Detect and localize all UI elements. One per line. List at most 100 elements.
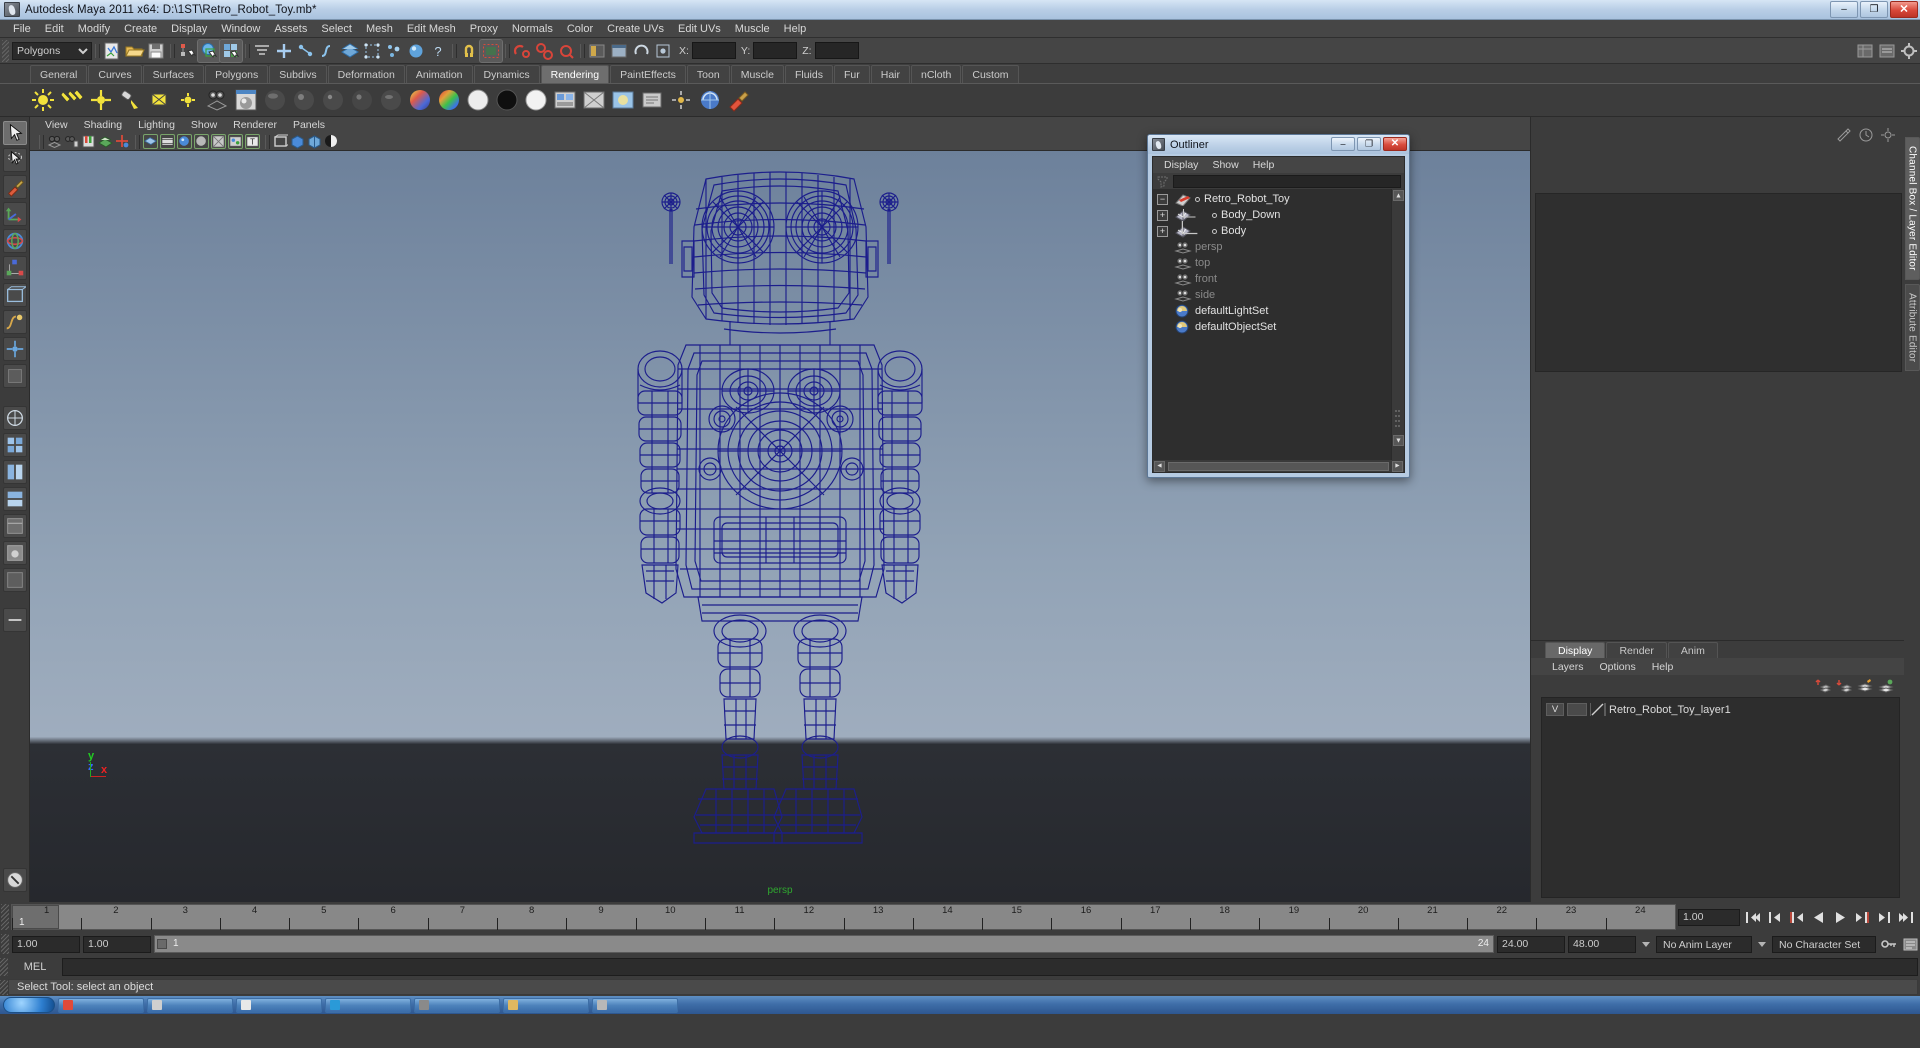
settings-gear-icon[interactable] (1880, 127, 1896, 143)
help-line-grip[interactable] (0, 979, 8, 995)
outliner-search-input[interactable] (1173, 174, 1401, 188)
construction-history-icon[interactable] (361, 40, 383, 62)
command-line-input[interactable] (62, 958, 1918, 976)
snap-curve-icon[interactable] (295, 40, 317, 62)
menu-item-create[interactable]: Create (117, 22, 164, 36)
character-set-selector[interactable]: No Character Set (1772, 935, 1876, 953)
range-start-field[interactable] (12, 935, 80, 953)
menu-item-edit-uvs[interactable]: Edit UVs (671, 22, 728, 36)
shaded-cube-icon[interactable] (290, 134, 305, 149)
auto-key-icon[interactable] (1879, 935, 1898, 954)
menu-item-create-uvs[interactable]: Create UVs (600, 22, 671, 36)
help-icon[interactable]: ? (427, 40, 449, 62)
lighting-toggle-icon[interactable]: T (245, 134, 260, 149)
start-button[interactable] (3, 997, 55, 1013)
grid-toggle-icon[interactable] (143, 134, 158, 149)
menu-item-proxy[interactable]: Proxy (463, 22, 505, 36)
select-tool[interactable] (2, 121, 27, 145)
play-forwards-icon[interactable] (1831, 908, 1850, 927)
outliner-row-top[interactable]: top (1153, 255, 1390, 271)
snap-view-plane-icon[interactable] (339, 40, 361, 62)
layer-color-swatch[interactable] (1589, 703, 1606, 716)
shelf-tab-ncloth[interactable]: nCloth (911, 65, 962, 83)
two-panes-layout[interactable] (2, 568, 27, 592)
viewport-menu-shading[interactable]: Shading (77, 119, 130, 131)
channel-box-toggle-icon[interactable] (1836, 127, 1852, 143)
menu-item-edit[interactable]: Edit (38, 22, 71, 36)
select-hierarchy-icon[interactable] (176, 40, 198, 62)
pivot-snap-icon[interactable] (652, 40, 674, 62)
layered-shader-icon[interactable] (436, 87, 462, 113)
range-slider[interactable]: 1 24 (154, 935, 1494, 953)
shelf-tab-deformation[interactable]: Deformation (327, 65, 405, 83)
show-tool-settings-icon[interactable] (1898, 40, 1920, 62)
x-coordinate-input[interactable] (691, 42, 736, 59)
shelf-tab-custom[interactable]: Custom (962, 65, 1019, 83)
outliner-item-label[interactable]: Body (1221, 225, 1246, 237)
y-coordinate-input[interactable] (753, 42, 798, 59)
tab-render[interactable]: Render (1606, 642, 1667, 658)
outliner-row-front[interactable]: front (1153, 271, 1390, 287)
snap-point-icon[interactable] (317, 40, 339, 62)
outliner-menu-display[interactable]: Display (1158, 159, 1204, 171)
taskbar-item[interactable] (592, 997, 678, 1013)
go-to-start-icon[interactable] (1743, 908, 1762, 927)
point-light-icon[interactable] (88, 87, 114, 113)
filter-icon[interactable] (1156, 175, 1169, 188)
time-slider-cursor[interactable]: 1 (12, 905, 59, 929)
shelf-tab-painteffects[interactable]: PaintEffects (610, 65, 686, 83)
image-plane-icon[interactable] (98, 134, 113, 149)
outliner-menu-show[interactable]: Show (1206, 159, 1244, 171)
texture-2d-icon[interactable] (552, 87, 578, 113)
range-end-field[interactable] (1568, 935, 1636, 953)
area-light-icon[interactable] (146, 87, 172, 113)
shelf-tab-curves[interactable]: Curves (88, 65, 142, 83)
ipr-render-icon[interactable] (511, 40, 533, 62)
magnet-lock-icon[interactable] (458, 40, 480, 62)
outliner-item-label[interactable]: front (1195, 273, 1217, 285)
outliner-item-label[interactable]: defaultLightSet (1195, 305, 1268, 317)
texture-3d-icon[interactable] (581, 87, 607, 113)
outliner-item-label[interactable]: top (1195, 257, 1210, 269)
render-globals-icon[interactable] (668, 87, 694, 113)
isolate-select-icon[interactable] (273, 134, 290, 149)
command-line-grip[interactable] (0, 958, 8, 976)
outliner-row-default-light-set[interactable]: defaultLightSet (1153, 303, 1390, 319)
hypershade-persp-layout[interactable] (2, 514, 27, 538)
viewport-menu-show[interactable]: Show (184, 119, 224, 131)
use-background-icon[interactable] (494, 87, 520, 113)
menu-set-selector[interactable]: Polygons (12, 41, 92, 60)
move-tool[interactable] (2, 202, 27, 226)
spot-light-icon[interactable] (117, 87, 143, 113)
ambient-light-icon[interactable] (30, 87, 56, 113)
tab-display[interactable]: Display (1545, 642, 1606, 658)
paint-effects-icon[interactable] (726, 87, 752, 113)
animation-start-field[interactable] (83, 935, 151, 953)
select-camera-icon[interactable] (47, 134, 62, 149)
command-line-label[interactable]: MEL (8, 961, 62, 973)
displacement-icon[interactable] (523, 87, 549, 113)
shelf-tab-polygons[interactable]: Polygons (205, 65, 269, 83)
taskbar-item[interactable] (414, 997, 500, 1013)
camera-icon[interactable] (204, 87, 230, 113)
render-current-frame-icon[interactable] (479, 38, 503, 63)
blinn-icon[interactable] (291, 87, 317, 113)
new-layer-from-selected-icon[interactable] (1878, 678, 1894, 694)
move-layer-up-icon[interactable] (1815, 678, 1832, 694)
animation-preferences-icon[interactable] (1901, 935, 1920, 954)
volume-light-icon[interactable] (175, 87, 201, 113)
range-grip[interactable] (1, 934, 9, 954)
retro-robot-toy-wireframe[interactable] (610, 169, 950, 869)
move-layer-down-icon[interactable] (1836, 678, 1853, 694)
menu-item-assets[interactable]: Assets (267, 22, 314, 36)
shelf-tab-toon[interactable]: Toon (686, 65, 730, 83)
current-time-field[interactable] (1678, 908, 1740, 926)
shelf-tab-hair[interactable]: Hair (870, 65, 910, 83)
utility-icon[interactable] (639, 87, 665, 113)
menu-item-modify[interactable]: Modify (71, 22, 117, 36)
persp-outliner-layout[interactable] (2, 460, 27, 484)
new-scene-icon[interactable] (101, 40, 123, 62)
outliner-minimize-button[interactable]: – (1331, 137, 1355, 151)
outliner-hscroll-thumb[interactable] (1168, 461, 1389, 471)
outliner-row-persp[interactable]: persp (1153, 239, 1390, 255)
